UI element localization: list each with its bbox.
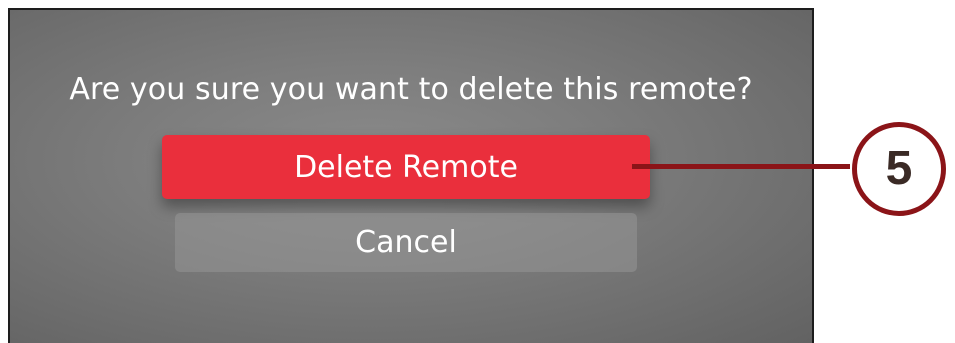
dialog-prompt: Are you sure you want to delete this rem… bbox=[69, 72, 753, 107]
delete-remote-button[interactable]: Delete Remote bbox=[162, 135, 650, 199]
cancel-button[interactable]: Cancel bbox=[175, 213, 637, 272]
tv-screen: Are you sure you want to delete this rem… bbox=[8, 8, 814, 343]
callout-line bbox=[632, 164, 850, 169]
callout-number: 5 bbox=[885, 142, 913, 195]
callout-step-badge: 5 bbox=[852, 122, 946, 216]
